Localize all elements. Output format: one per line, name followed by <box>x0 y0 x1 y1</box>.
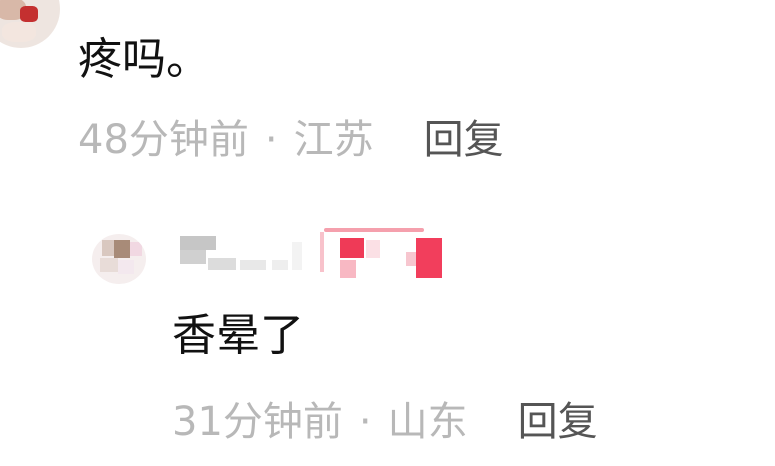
comment-text: 疼吗。 <box>78 34 210 85</box>
badge-pixel <box>366 240 380 258</box>
reply-comment-text: 香晕了 <box>172 310 304 361</box>
name-pixel <box>180 236 216 250</box>
badge-pixel <box>324 228 424 232</box>
reply-commenter-avatar[interactable] <box>92 234 146 284</box>
comment-location: 江苏 <box>293 117 374 163</box>
name-pixel <box>180 250 206 264</box>
name-pixel <box>208 258 236 270</box>
name-pixel <box>272 260 288 270</box>
badge-pixel <box>340 238 364 258</box>
badge-pixel <box>406 252 416 266</box>
reply-comment-location: 山东 <box>387 399 468 445</box>
badge-pixel <box>340 260 356 278</box>
comment-meta: 48分钟前 · 江苏 回复 <box>78 120 504 160</box>
name-pixel <box>292 242 302 270</box>
reply-comment-time: 31分钟前 <box>172 399 343 445</box>
avatar-image-part <box>2 22 36 42</box>
badge-pixel <box>320 232 324 272</box>
name-pixel <box>240 260 266 270</box>
avatar-pixel <box>118 260 134 274</box>
avatar-pixel <box>100 258 118 272</box>
avatar-image-part <box>20 6 38 22</box>
meta-separator: · <box>264 117 278 163</box>
reply-comment-meta: 31分钟前 · 山东 回复 <box>172 402 598 442</box>
avatar-pixel <box>114 240 130 258</box>
avatar-pixel <box>130 242 142 256</box>
comment-time: 48分钟前 <box>78 117 249 163</box>
user-badge-icon <box>320 228 444 280</box>
reply-button[interactable]: 回复 <box>424 117 504 163</box>
badge-pixel <box>416 238 442 278</box>
commenter-avatar[interactable] <box>0 0 60 48</box>
reply-button[interactable]: 回复 <box>518 399 598 445</box>
meta-separator: · <box>358 399 372 445</box>
reply-username-blurred[interactable] <box>180 236 320 274</box>
